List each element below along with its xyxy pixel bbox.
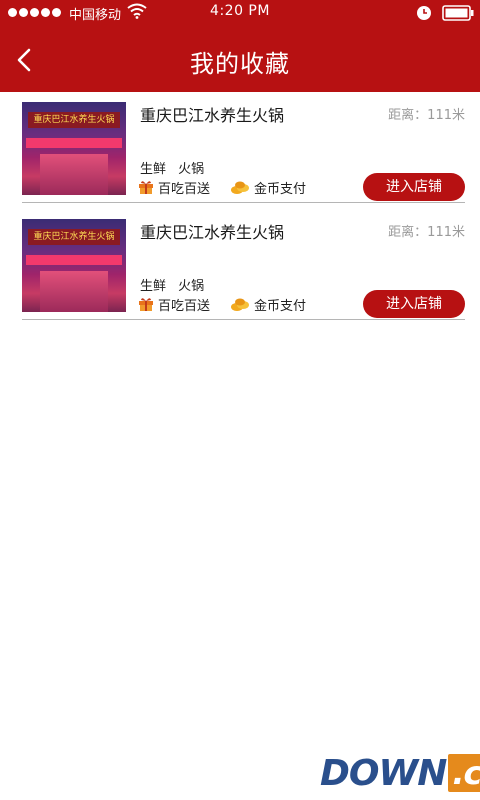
shop-image-sign: 重庆巴江水养生火锅: [28, 112, 120, 128]
tag: 生鲜: [140, 162, 167, 177]
feature-coins: 金币支付: [230, 178, 306, 197]
feature-gift: 百吃百送: [138, 178, 210, 197]
shop-distance: 距离：111米: [388, 225, 465, 240]
shop-image: 重庆巴江水养生火锅: [22, 102, 126, 195]
watermark-text: DOWN: [320, 752, 447, 794]
shop-features: 百吃百送 金币支付: [138, 295, 326, 314]
enter-shop-button[interactable]: 进入店铺: [363, 290, 465, 318]
gift-icon: [139, 298, 153, 311]
feature-label: 金币支付: [254, 181, 307, 197]
gift-icon: [139, 181, 153, 194]
feature-label: 百吃百送: [158, 298, 211, 314]
feature-label: 百吃百送: [158, 181, 211, 197]
tag: 火锅: [178, 162, 205, 177]
shop-tags: 生鲜 火锅: [140, 275, 212, 294]
coins-icon: [231, 298, 250, 311]
favorite-item[interactable]: 重庆巴江水养生火锅 重庆巴江水养生火锅 距离：111米 生鲜 火锅 百吃百送 金…: [22, 92, 465, 203]
shop-name: 重庆巴江水养生火锅: [140, 223, 285, 242]
status-bar: 中国移动 4:20 PM: [0, 0, 480, 26]
alarm-icon: [416, 5, 432, 25]
feature-gift: 百吃百送: [138, 295, 210, 314]
shop-image: 重庆巴江水养生火锅: [22, 219, 126, 312]
nav-bar: 我的收藏: [0, 26, 480, 92]
status-time: 4:20 PM: [210, 3, 270, 19]
battery-icon: [442, 5, 474, 25]
shop-distance: 距离：111米: [388, 108, 465, 123]
favorite-item[interactable]: 重庆巴江水养生火锅 重庆巴江水养生火锅 距离：111米 生鲜 火锅 百吃百送 金…: [22, 209, 465, 320]
tag: 火锅: [178, 279, 205, 294]
shop-tags: 生鲜 火锅: [140, 158, 212, 177]
shop-features: 百吃百送 金币支付: [138, 178, 326, 197]
watermark-logo: DOWN .cc: [320, 752, 480, 794]
coins-icon: [231, 181, 250, 194]
shop-image-sign: 重庆巴江水养生火锅: [28, 229, 120, 245]
page-title: 我的收藏: [190, 50, 290, 78]
shop-name: 重庆巴江水养生火锅: [140, 106, 285, 125]
feature-coins: 金币支付: [230, 295, 306, 314]
feature-label: 金币支付: [254, 298, 307, 314]
tag: 生鲜: [140, 279, 167, 294]
enter-shop-button[interactable]: 进入店铺: [363, 173, 465, 201]
watermark-suffix: .cc: [448, 754, 480, 792]
